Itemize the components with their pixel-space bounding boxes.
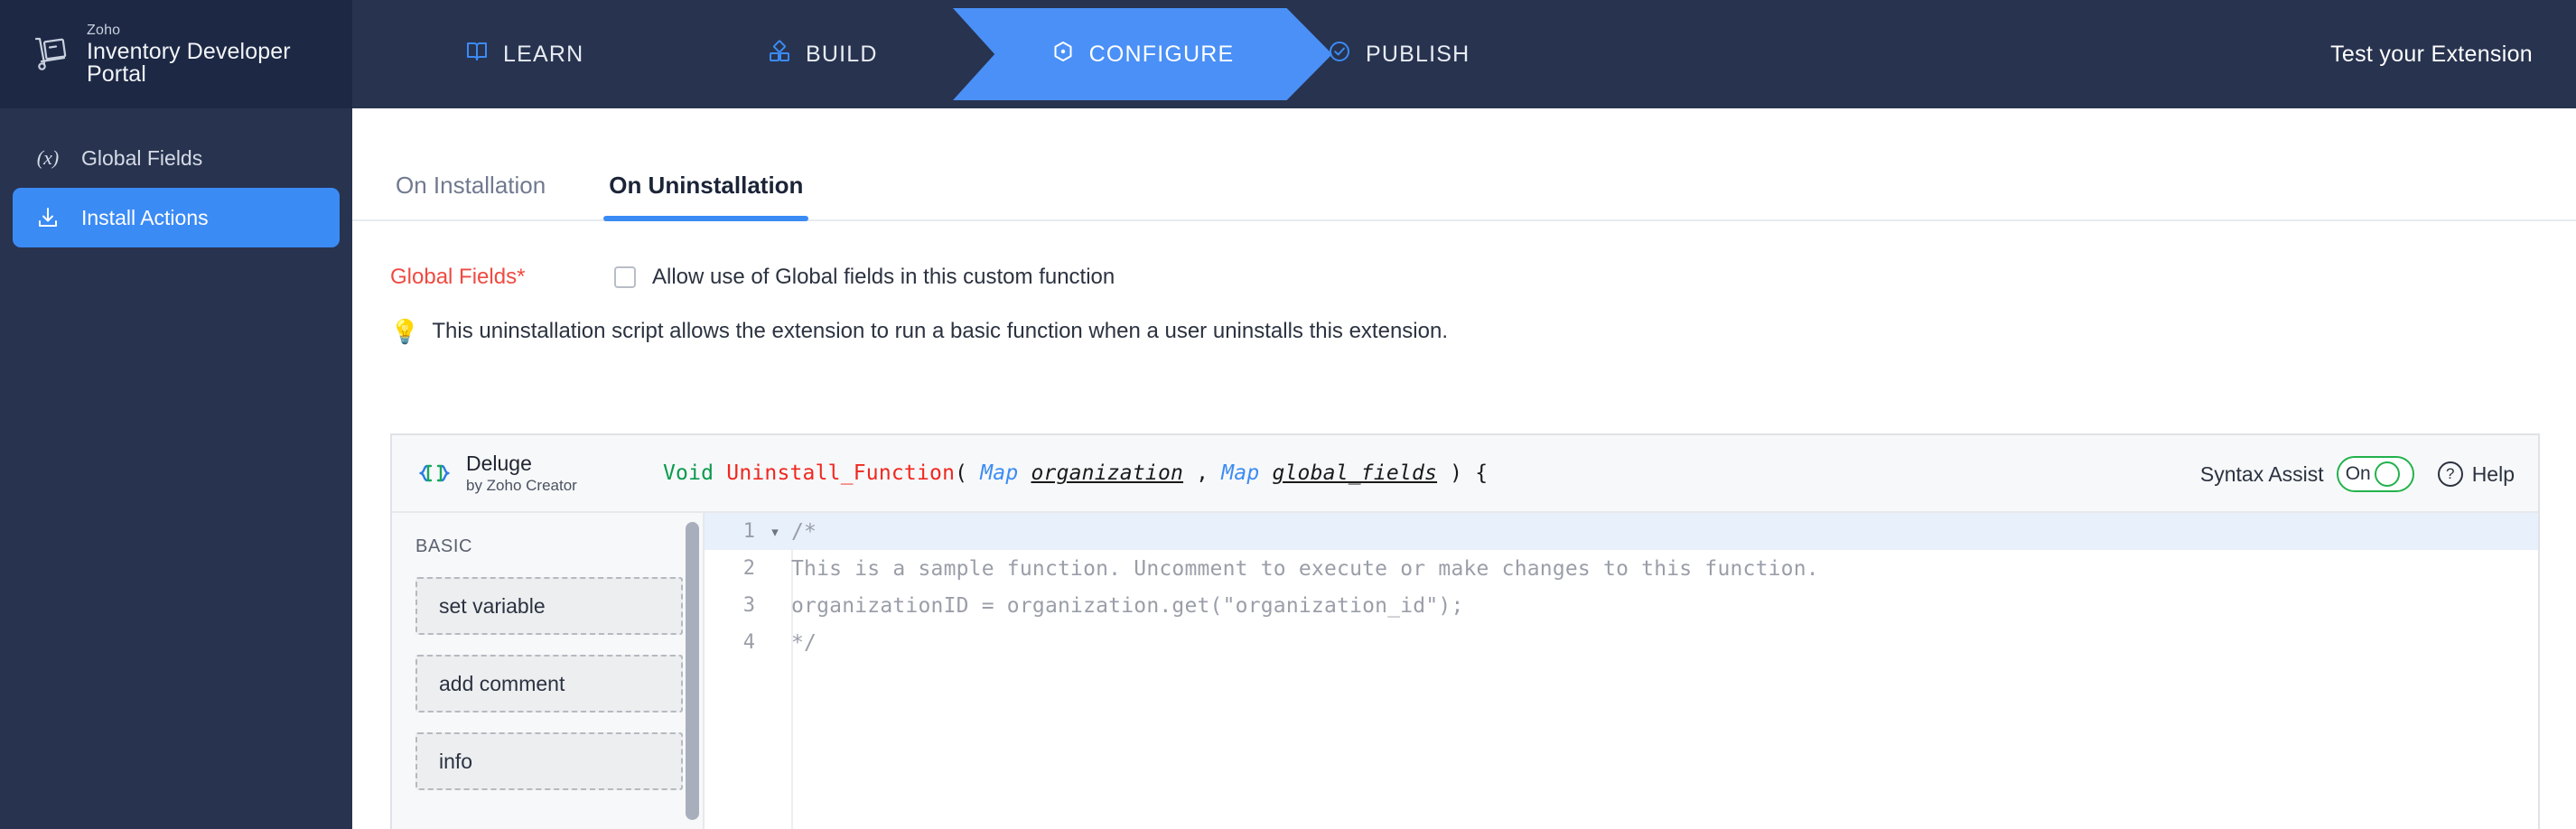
snippet-palette: BASIC set variable add comment info [392,513,705,829]
code-line-text: */ [791,630,817,655]
nav-tab-learn-label: LEARN [503,41,584,67]
code-line-text: This is a sample function. Uncomment to … [791,556,1819,581]
question-circle-icon: ? [2437,461,2463,487]
allow-global-fields-label: Allow use of Global fields in this custo… [652,265,1115,289]
settings-hexagon-icon [1051,40,1075,70]
tab-on-uninstallation[interactable]: On Uninstallation [603,172,809,221]
signature-param1-type: Map [980,461,1019,485]
check-circle-icon [1328,40,1351,70]
main-content: On Installation On Uninstallation Global… [352,108,2576,829]
app-logo[interactable]: Zoho Inventory Developer Portal [0,0,352,108]
code-line-text: /* [791,519,817,544]
editor-body: BASIC set variable add comment info 1 ▾ … [392,513,2538,829]
blocks-icon [768,40,791,70]
tab-on-installation[interactable]: On Installation [390,172,551,219]
syntax-assist-toggle-state: On [2345,463,2371,484]
logo-product-text: Inventory Developer Portal [87,38,291,87]
signature-param2-name: global_fields [1272,461,1438,485]
sidebar-item-install-actions-label: Install Actions [81,205,209,229]
left-sidebar: (x) Global Fields Install Actions [0,108,352,829]
allow-global-fields-checkbox-wrap[interactable]: Allow use of Global fields in this custo… [614,265,1115,290]
sidebar-item-global-fields-label: Global Fields [81,145,203,170]
allow-global-fields-checkbox[interactable] [614,266,636,288]
palette-block-set-variable[interactable]: set variable [415,577,683,635]
test-your-extension-button[interactable]: Test your Extension [2330,0,2533,108]
book-icon [465,40,489,70]
line-number: 4 [742,631,755,654]
signature-open-brace: { [1475,461,1489,485]
help-label: Help [2471,461,2515,486]
function-signature: Void Uninstall_Function( Map organizatio… [663,461,1488,485]
code-line[interactable]: 3 organizationID = organization.get("org… [705,587,2538,624]
nav-tab-publish-label: PUBLISH [1366,41,1470,67]
nav-tab-configure-label: CONFIGURE [1088,41,1235,67]
nav-tab-build[interactable]: BUILD [768,0,878,108]
uninstallation-hint-text: This uninstallation script allows the ex… [432,319,1448,343]
signature-param1-name: organization [1031,461,1184,485]
signature-function-name: Uninstall_Function [726,461,956,485]
global-fields-label: Global Fields* [390,265,526,289]
syntax-assist-label: Syntax Assist [2199,461,2324,486]
nav-tab-publish[interactable]: PUBLISH [1328,0,1470,108]
code-line[interactable]: 1 ▾ /* [705,513,2538,550]
fx-variable-icon: (x) [36,146,60,169]
main-navigation: LEARN BUILD CONFIGURE PUBLISH Test your … [352,0,2576,108]
code-fold-toggle-icon[interactable]: ▾ [759,524,791,540]
palette-scrollbar-thumb[interactable] [686,522,699,820]
nav-tab-build-label: BUILD [806,41,878,67]
code-line[interactable]: 2 This is a sample function. Uncomment t… [705,550,2538,587]
signature-close-paren: ) [1450,461,1463,485]
line-number: 3 [742,594,755,617]
deluge-subtitle: by Zoho Creator [466,476,577,494]
editor-header: Deluge by Zoho Creator Void Uninstall_Fu… [392,435,2538,513]
palette-heading-basic: BASIC [415,536,473,556]
toggle-knob [2374,461,2400,487]
hand-truck-icon [31,33,72,75]
nav-tab-configure[interactable]: CONFIGURE [953,8,1332,100]
syntax-assist-toggle[interactable]: On [2336,456,2414,492]
global-fields-row: Global Fields* Allow use of Global field… [352,221,2576,299]
code-line-text: organizationID = organization.get("organ… [791,593,1464,618]
signature-return-type: Void [663,461,714,485]
line-number: 2 [742,557,755,580]
uninstallation-hint: 💡 This uninstallation script allows the … [352,299,2576,344]
palette-block-add-comment[interactable]: add comment [415,655,683,713]
deluge-brand: Deluge by Zoho Creator [392,452,663,494]
help-button[interactable]: ? Help [2437,461,2515,487]
nav-tab-learn[interactable]: LEARN [465,0,583,108]
lightbulb-icon: 💡 [390,318,420,345]
line-number: 1 [742,520,755,543]
deluge-braces-icon [415,454,453,492]
installation-tabs: On Installation On Uninstallation [352,108,2576,221]
sidebar-item-global-fields[interactable]: (x) Global Fields [13,128,340,188]
download-icon [33,206,63,229]
editor-header-actions: Syntax Assist On ? Help [2200,435,2515,513]
deluge-code-editor: Deluge by Zoho Creator Void Uninstall_Fu… [390,433,2540,829]
code-area[interactable]: 1 ▾ /* 2 This is a sample function. Unco… [705,513,2538,829]
palette-block-info[interactable]: info [415,732,683,790]
syntax-assist-control[interactable]: Syntax Assist On [2200,456,2414,492]
top-header-bar: Zoho Inventory Developer Portal LEARN BU… [0,0,2576,108]
signature-comma: , [1196,461,1209,485]
logo-brand-text: Zoho [87,22,121,38]
deluge-title: Deluge [466,452,532,476]
signature-param2-type: Map [1221,461,1260,485]
signature-open-paren: ( [955,461,968,485]
code-line[interactable]: 4 */ [705,624,2538,661]
sidebar-item-install-actions[interactable]: Install Actions [13,188,340,247]
